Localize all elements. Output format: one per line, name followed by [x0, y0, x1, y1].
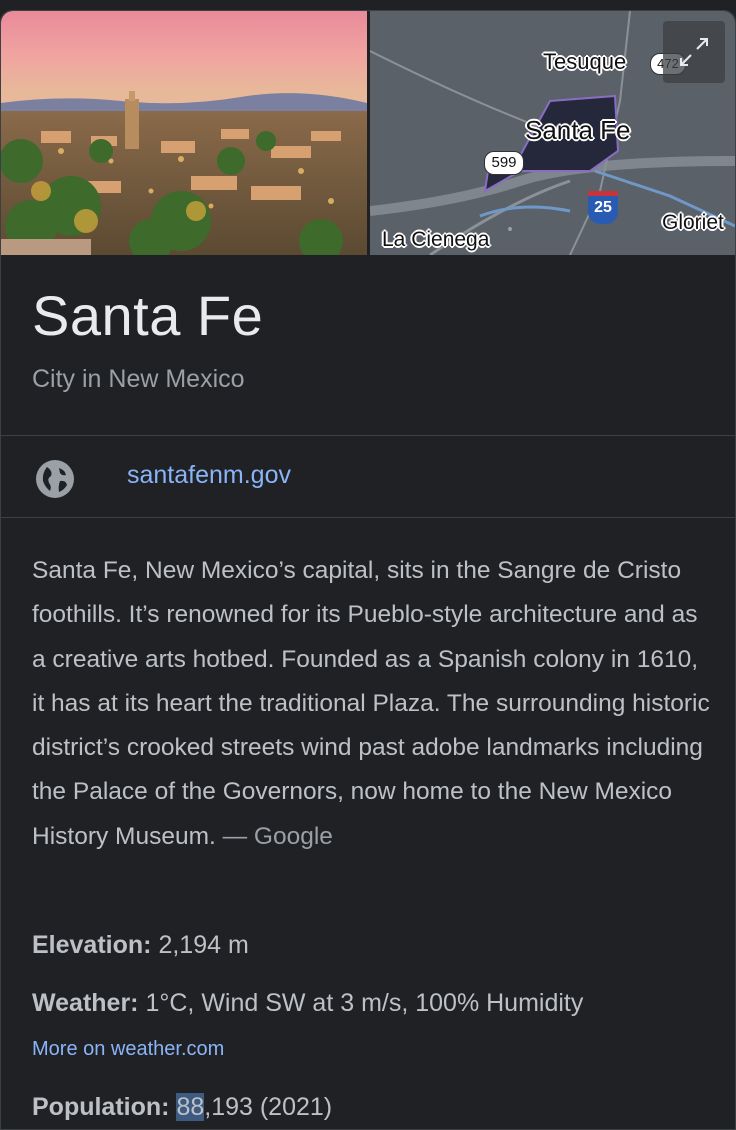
description: Santa Fe, New Mexico’s capital, sits in …	[32, 549, 712, 859]
fact-weather-value: 1°C, Wind SW at 3 m/s, 100% Humidity	[145, 989, 584, 1017]
route-599-shield: 599	[484, 151, 524, 175]
knowledge-panel: Tesuque Santa Fe La Cienega Gloriet 599 …	[0, 10, 736, 1130]
city-photo-image	[1, 11, 367, 255]
entity-title: Santa Fe	[32, 284, 264, 347]
entity-subtitle: City in New Mexico	[32, 365, 245, 393]
map-label-glorieta: Gloriet	[662, 211, 724, 234]
fact-population-value: ,193 (2021)	[204, 1093, 333, 1121]
fact-weather-label[interactable]: Weather:	[32, 989, 139, 1017]
city-photo[interactable]	[1, 11, 367, 255]
divider	[1, 435, 735, 436]
fact-population: Population: 88,193 (2021)	[32, 1093, 332, 1122]
weather-source-link[interactable]: More on weather.com	[32, 1038, 224, 1061]
map-label-santa-fe: Santa Fe	[525, 115, 631, 145]
population-selected-text: 88	[176, 1093, 205, 1121]
website-row: santafenm.gov	[1, 437, 735, 517]
fact-elevation-label[interactable]: Elevation:	[32, 931, 151, 959]
divider	[1, 517, 735, 518]
media-header: Tesuque Santa Fe La Cienega Gloriet 599 …	[1, 11, 735, 255]
fact-elevation-value: 2,194 m	[158, 931, 249, 959]
description-source[interactable]: — Google	[223, 823, 333, 850]
globe-icon	[36, 460, 74, 498]
expand-icon	[680, 38, 708, 66]
interstate-25-shield: 25	[588, 191, 618, 224]
interstate-25-label: 25	[594, 199, 612, 216]
expand-map-button[interactable]	[663, 21, 725, 83]
website-link[interactable]: santafenm.gov	[127, 461, 291, 490]
map-thumbnail[interactable]: Tesuque Santa Fe La Cienega Gloriet 599 …	[370, 11, 735, 255]
fact-weather: Weather: 1°C, Wind SW at 3 m/s, 100% Hum…	[32, 989, 583, 1018]
fact-elevation: Elevation: 2,194 m	[32, 931, 249, 960]
description-text: Santa Fe, New Mexico’s capital, sits in …	[32, 557, 710, 850]
map-label-tesuque: Tesuque	[543, 49, 627, 74]
map-label-la-cienega: La Cienega	[382, 228, 490, 251]
fact-population-label[interactable]: Population:	[32, 1093, 169, 1121]
route-599-label: 599	[491, 154, 517, 171]
